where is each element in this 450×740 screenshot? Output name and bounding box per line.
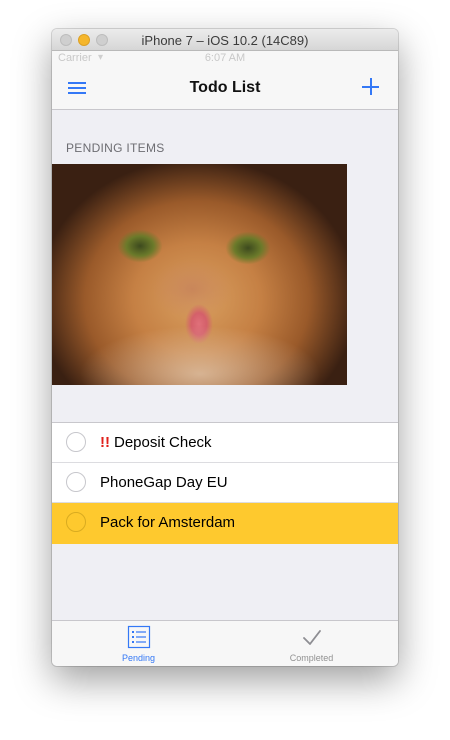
section-header: PENDING ITEMS: [66, 141, 165, 155]
todo-item-pack-for-amsterdam[interactable]: Pack for Amsterdam: [52, 503, 398, 544]
todo-item-label: !! Deposit Check: [100, 434, 212, 451]
tab-label: Completed: [289, 653, 334, 663]
tab-completed[interactable]: Completed: [225, 621, 398, 666]
tab-bar: Pending Completed: [52, 620, 398, 666]
priority-indicator: !!: [100, 434, 110, 451]
todo-list: !! Deposit Check PhoneGap Day EU Pack for…: [52, 422, 398, 544]
todo-item-title: Pack for Amsterdam: [100, 514, 236, 531]
complete-radio-button[interactable]: [66, 472, 86, 492]
window-title: iPhone 7 – iOS 10.2 (14C89): [141, 33, 309, 48]
todo-item-phonegap-day-eu[interactable]: PhoneGap Day EU: [52, 463, 398, 503]
checkmark-icon: [302, 630, 321, 645]
complete-radio-button[interactable]: [66, 432, 86, 452]
todo-item-title: Deposit Check: [114, 434, 212, 451]
simulator-window: iPhone 7 – iOS 10.2 (14C89) Carrier ▾ 6:…: [52, 29, 398, 666]
todo-item-deposit-check[interactable]: !! Deposit Check: [52, 423, 398, 463]
page-title: Todo List: [189, 79, 261, 96]
status-time: 6:07 AM: [204, 52, 246, 64]
status-bar: Carrier ▾ 6:07 AM: [52, 51, 398, 66]
list-icon: [127, 625, 150, 649]
todo-item-title: PhoneGap Day EU: [100, 474, 228, 491]
todo-item-label: Pack for Amsterdam: [100, 514, 235, 531]
todo-item-label: PhoneGap Day EU: [100, 474, 228, 491]
tab-label: Pending: [121, 653, 156, 663]
cat-photo: [52, 164, 347, 385]
complete-radio-button[interactable]: [66, 512, 86, 532]
add-item-plus-icon[interactable]: [360, 76, 382, 98]
navigation-bar: Todo List: [52, 66, 398, 110]
tab-pending[interactable]: Pending: [52, 621, 225, 666]
window-titlebar: iPhone 7 – iOS 10.2 (14C89): [52, 29, 398, 51]
cat-photo-fur-highlight: [52, 314, 347, 385]
